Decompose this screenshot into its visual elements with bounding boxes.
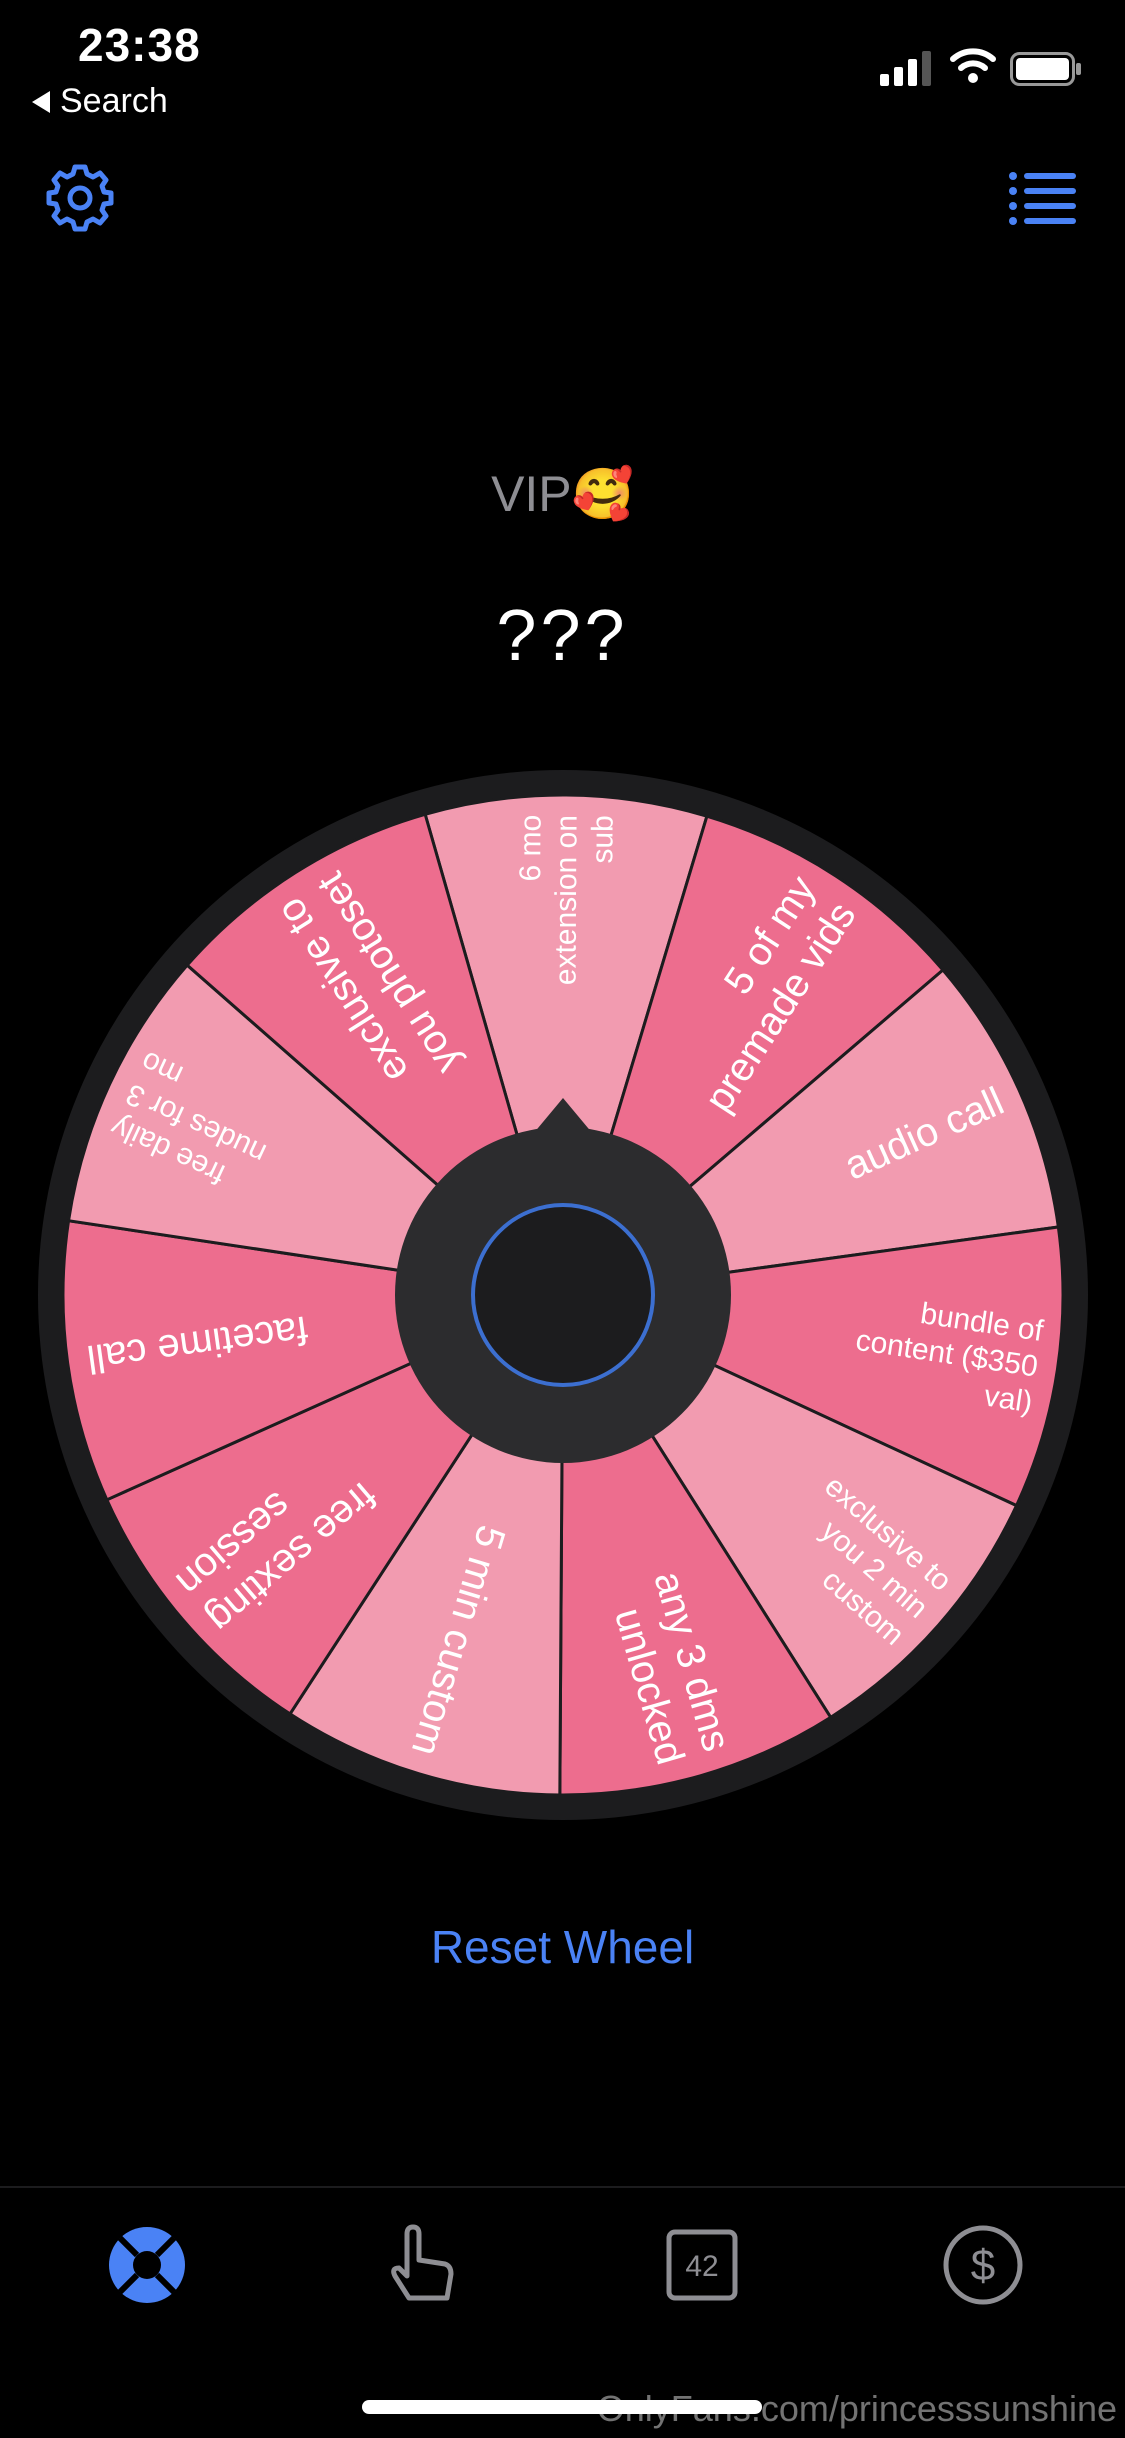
status-time: 23:38 — [78, 19, 201, 71]
back-arrow-icon — [32, 90, 50, 113]
back-link-label: Search — [60, 82, 168, 120]
dollar-icon[interactable]: $ — [938, 2220, 1028, 2310]
watermark: OnlyFans.com/princesssunshine — [596, 2388, 1117, 2429]
cellular-signal-icon — [880, 51, 931, 86]
battery-icon — [1010, 52, 1081, 86]
lifebuoy-icon[interactable] — [102, 2220, 192, 2310]
svg-text:$: $ — [971, 2241, 995, 2290]
back-to-search-link[interactable]: Search — [32, 82, 168, 121]
number-badge-text: 42 — [685, 2250, 718, 2283]
wifi-icon — [950, 48, 996, 83]
settings-gear-icon[interactable] — [44, 162, 116, 234]
spin-result: ??? — [496, 596, 629, 676]
hand-pointer-icon[interactable] — [375, 2220, 465, 2310]
status-bar: 23:38 Search — [0, 0, 1125, 130]
wheel-title: VIP🥰 — [491, 466, 634, 522]
reset-wheel-button[interactable]: Reset Wheel — [0, 1920, 1125, 1974]
hub-inner-ring — [471, 1203, 655, 1387]
prize-wheel[interactable]: 6 moextension onsub5 of mypremade vidsau… — [38, 770, 1088, 1820]
list-icon[interactable] — [1008, 170, 1076, 226]
number-42-icon[interactable]: 42 — [657, 2220, 747, 2310]
